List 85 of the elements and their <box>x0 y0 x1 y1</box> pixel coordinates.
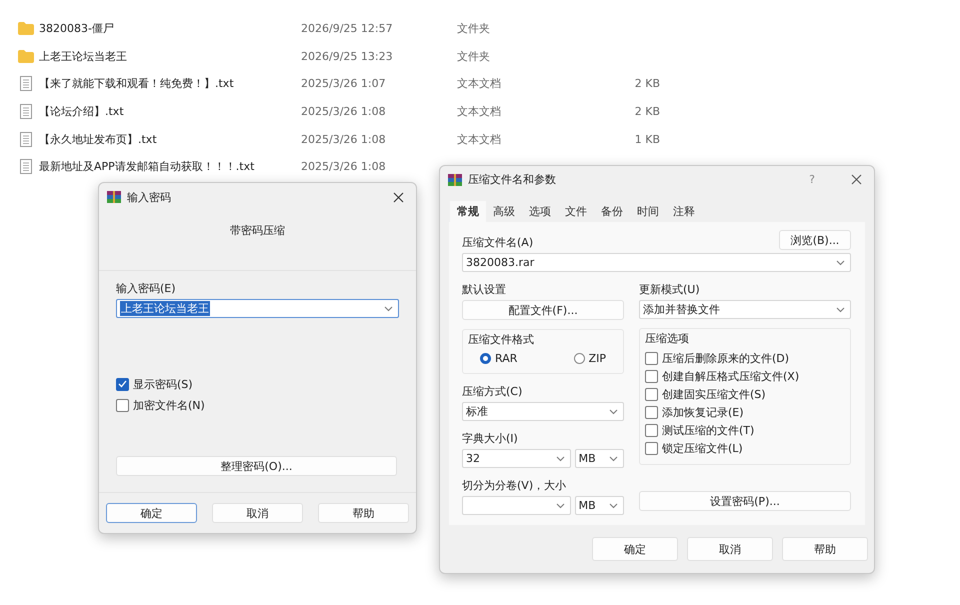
field-label: 字典大小(I) <box>462 431 519 446</box>
radio-button[interactable]: ZIP <box>574 352 606 365</box>
tab[interactable]: 选项 <box>522 201 558 222</box>
checkbox[interactable]: 测试压缩的文件(T) <box>645 422 845 438</box>
text-file-icon <box>18 159 34 174</box>
file-size: 2 KB <box>634 105 660 118</box>
tab[interactable]: 注释 <box>666 201 702 222</box>
chevron-icon <box>609 456 618 462</box>
file-date: 2025/3/26 1:08 <box>301 160 387 174</box>
close-icon[interactable] <box>393 192 404 202</box>
tab[interactable]: 文件 <box>558 201 594 222</box>
dialog-button[interactable]: 取消 <box>212 503 303 523</box>
dialog-button[interactable]: 确定 <box>592 537 678 561</box>
dialog-button[interactable]: 确定 <box>106 503 197 523</box>
dialog-button[interactable]: 取消 <box>687 537 773 561</box>
file-type: 文本文档 <box>457 76 502 92</box>
file-type: 文件夹 <box>457 48 491 64</box>
tab[interactable]: 备份 <box>594 201 630 222</box>
text-file-icon <box>18 132 34 147</box>
field-label: 默认设置 <box>462 282 507 297</box>
field-label: 切分为分卷(V)，大小 <box>462 478 568 493</box>
unit-dropdown[interactable]: MB <box>574 496 624 515</box>
field-label: 输入密码(E) <box>116 281 177 296</box>
dialog-button[interactable]: 帮助 <box>318 503 409 523</box>
file-name[interactable]: 【来了就能下载和观看！纯免费！】.txt <box>39 76 301 92</box>
checkbox[interactable]: 添加恢复记录(E) <box>645 404 845 420</box>
file-date: 2025/3/26 1:08 <box>301 132 387 146</box>
books-icon <box>448 174 462 186</box>
chevron-icon <box>556 502 565 508</box>
file-date: 2026/9/25 13:23 <box>301 50 394 63</box>
chevron-icon <box>556 456 565 462</box>
organize-passwords-button[interactable]: 整理密码(O)... <box>116 456 397 476</box>
file-size: 1 KB <box>634 132 660 146</box>
set-password-button[interactable]: 设置密码(P)... <box>639 491 851 511</box>
books-icon <box>107 191 121 203</box>
file-date: 2025/3/26 1:07 <box>301 77 387 90</box>
password-field[interactable]: 上老王论坛当老王 <box>116 299 399 318</box>
profiles-button[interactable]: 配置文件(F)... <box>462 300 624 320</box>
dialog-subtitle: 带密码压缩 <box>99 211 416 271</box>
text-file-icon <box>18 104 34 120</box>
archive-name-field[interactable]: 3820083.rar <box>462 253 851 272</box>
file-name[interactable]: 上老王论坛当老王 <box>39 48 301 64</box>
folder-icon <box>18 50 34 63</box>
window-title: 输入密码 <box>127 190 172 204</box>
file-size: 2 KB <box>634 77 660 90</box>
checkbox[interactable]: 显示密码(S) <box>116 376 399 392</box>
file-name[interactable]: 【论坛介绍】.txt <box>39 104 301 120</box>
tab[interactable]: 常规 <box>450 201 486 222</box>
tab[interactable]: 高级 <box>486 201 522 222</box>
chevron-icon <box>384 306 393 312</box>
file-name[interactable]: 3820083-僵尸 <box>39 21 301 36</box>
radio-button[interactable]: RAR <box>480 352 518 365</box>
check-icon <box>118 380 127 388</box>
window-title: 压缩文件名和参数 <box>468 172 557 187</box>
group-label: 压缩文件格式 <box>468 332 535 347</box>
file-name[interactable]: 最新地址及APP请发邮箱自动获取！！！.txt <box>39 159 301 174</box>
checkbox[interactable]: 创建自解压格式压缩文件(X) <box>645 368 845 384</box>
unit-dropdown[interactable]: MB <box>574 449 624 468</box>
file-name[interactable]: 【永久地址发布页】.txt <box>39 132 301 147</box>
file-type: 文件夹 <box>457 21 491 36</box>
folder-icon <box>18 22 34 36</box>
text-file-icon <box>18 76 34 92</box>
dictionary-size-dropdown[interactable]: 32 <box>462 449 571 468</box>
checkbox[interactable]: 锁定压缩文件(L) <box>645 440 845 456</box>
file-type: 文本文档 <box>457 104 502 120</box>
update-mode-dropdown[interactable]: 添加并替换文件 <box>639 300 851 319</box>
close-icon[interactable] <box>851 174 862 185</box>
group-label: 压缩选项 <box>645 331 690 346</box>
chevron-icon <box>836 306 845 312</box>
checkbox[interactable]: 创建固实压缩文件(S) <box>645 386 845 402</box>
file-date: 2025/3/26 1:08 <box>301 105 387 118</box>
chevron-icon <box>609 408 618 414</box>
chevron-icon <box>836 260 845 266</box>
chevron-icon <box>609 502 618 508</box>
method-dropdown[interactable]: 标准 <box>462 402 624 421</box>
field-label: 压缩文件名(A) <box>462 235 534 250</box>
field-label: 更新模式(U) <box>639 282 701 297</box>
dialog-button[interactable]: 帮助 <box>782 537 868 561</box>
tab[interactable]: 时间 <box>630 201 666 222</box>
checkbox[interactable]: 压缩后删除原来的文件(D) <box>645 350 845 366</box>
field-label: 压缩方式(C) <box>462 384 524 399</box>
file-date: 2026/9/25 12:57 <box>301 22 394 36</box>
checkbox[interactable]: 加密文件名(N) <box>116 397 399 413</box>
browse-button[interactable]: 浏览(B)... <box>779 230 851 250</box>
file-type: 文本文档 <box>457 132 502 147</box>
